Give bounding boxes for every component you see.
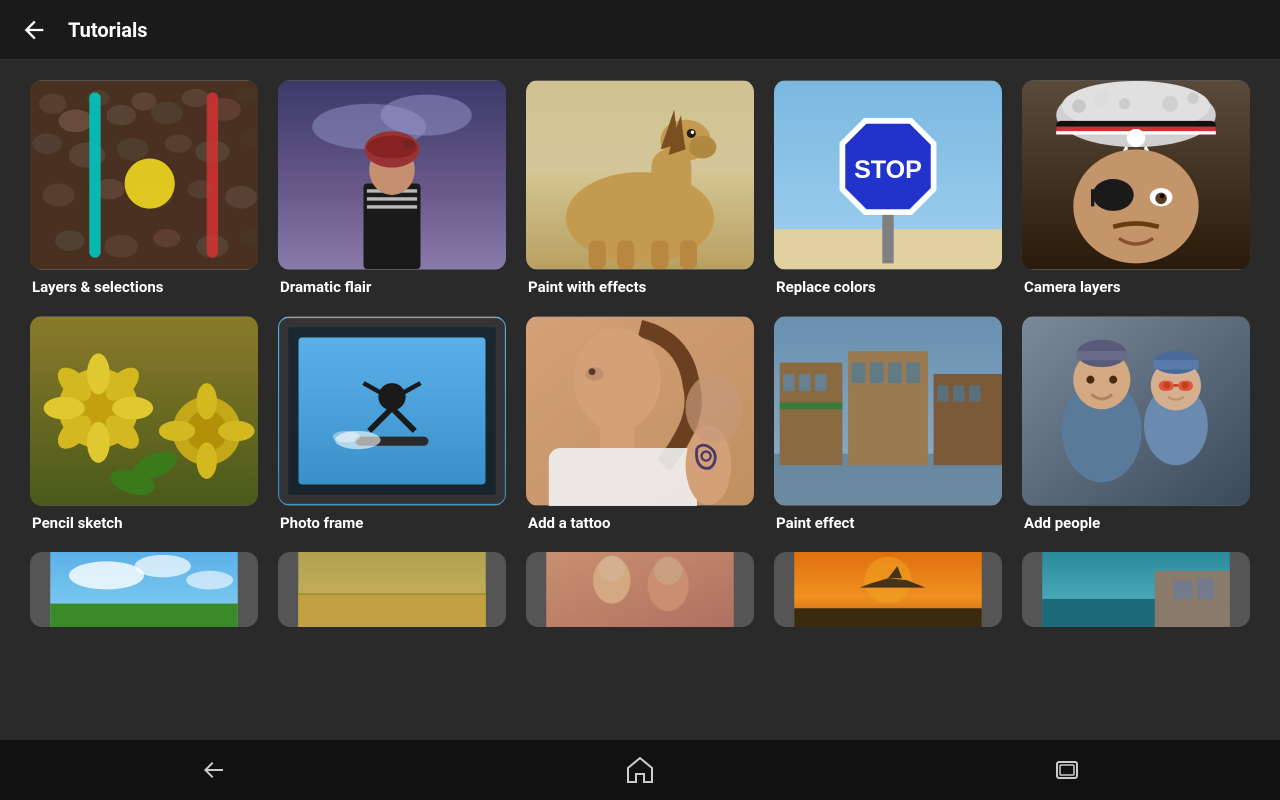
- tutorial-thumb-row3-5: [1022, 552, 1250, 627]
- bottom-navigation: [0, 740, 1280, 800]
- thumb-inner: [278, 552, 506, 627]
- thumb-inner: [278, 80, 506, 270]
- tutorial-label-paint-with-effects: Paint with effects: [526, 278, 754, 296]
- thumb-inner: [774, 316, 1002, 506]
- tutorial-item-add-people[interactable]: Add people: [1022, 316, 1250, 532]
- tutorial-label-pencil-sketch: Pencil sketch: [30, 514, 258, 532]
- svg-text:STOP: STOP: [854, 156, 922, 184]
- thumb-inner: [1022, 80, 1250, 270]
- tutorial-thumb-row3-4: [774, 552, 1002, 627]
- tutorial-item-row3-3[interactable]: [526, 552, 754, 627]
- tutorial-thumb-dramatic-flair: [278, 80, 506, 270]
- thumb-inner: [30, 552, 258, 627]
- tutorial-thumb-pencil-sketch: [30, 316, 258, 506]
- tutorial-thumb-paint-with-effects: [526, 80, 754, 270]
- tutorial-thumb-add-tattoo: [526, 316, 754, 506]
- app-header: Tutorials: [0, 0, 1280, 60]
- tutorial-item-paint-with-effects[interactable]: Paint with effects: [526, 80, 754, 296]
- thumb-inner: [30, 316, 258, 506]
- tutorial-label-add-people: Add people: [1022, 514, 1250, 532]
- thumb-inner: [1022, 316, 1250, 506]
- tutorial-thumb-row3-1: [30, 552, 258, 627]
- thumb-inner: STOP: [774, 80, 1002, 270]
- tutorial-item-replace-colors[interactable]: STOP Replace colors: [774, 80, 1002, 296]
- tutorial-item-row3-1[interactable]: [30, 552, 258, 627]
- tutorial-label-add-tattoo: Add a tattoo: [526, 514, 754, 532]
- tutorial-item-pencil-sketch[interactable]: Pencil sketch: [30, 316, 258, 532]
- tutorial-item-add-tattoo[interactable]: Add a tattoo: [526, 316, 754, 532]
- tutorial-thumb-layers-selections: [30, 80, 258, 270]
- thumb-inner: [1022, 552, 1250, 627]
- tutorial-thumb-row3-3: [526, 552, 754, 627]
- tutorial-thumb-row3-2: [278, 552, 506, 627]
- home-nav-button[interactable]: [616, 746, 664, 794]
- back-button[interactable]: [16, 12, 52, 48]
- tutorial-item-row3-5[interactable]: [1022, 552, 1250, 627]
- main-content: Layers & selections: [0, 60, 1280, 740]
- thumb-inner: [278, 316, 506, 506]
- tutorial-item-row3-2[interactable]: [278, 552, 506, 627]
- thumb-inner: [526, 552, 754, 627]
- tutorial-thumb-camera-layers: [1022, 80, 1250, 270]
- tutorial-item-paint-effect[interactable]: Paint effect: [774, 316, 1002, 532]
- tutorial-label-replace-colors: Replace colors: [774, 278, 1002, 296]
- tutorial-item-layers-selections[interactable]: Layers & selections: [30, 80, 258, 296]
- tutorial-grid: Layers & selections: [30, 80, 1250, 627]
- tutorial-item-photo-frame[interactable]: Photo frame: [278, 316, 506, 532]
- tutorial-label-photo-frame: Photo frame: [278, 514, 506, 532]
- page-title: Tutorials: [68, 18, 148, 42]
- tutorial-item-camera-layers[interactable]: Camera layers: [1022, 80, 1250, 296]
- tutorial-label-layers-selections: Layers & selections: [30, 278, 258, 296]
- tutorial-label-paint-effect: Paint effect: [774, 514, 1002, 532]
- tutorial-label-camera-layers: Camera layers: [1022, 278, 1250, 296]
- tutorial-thumb-replace-colors: STOP: [774, 80, 1002, 270]
- thumb-inner: [774, 552, 1002, 627]
- thumb-inner: [526, 316, 754, 506]
- back-nav-button[interactable]: [189, 746, 237, 794]
- tutorial-label-dramatic-flair: Dramatic flair: [278, 278, 506, 296]
- tutorial-item-dramatic-flair[interactable]: Dramatic flair: [278, 80, 506, 296]
- tutorial-thumb-add-people: [1022, 316, 1250, 506]
- thumb-inner: [30, 80, 258, 270]
- tutorial-item-row3-4[interactable]: [774, 552, 1002, 627]
- tutorial-thumb-photo-frame: [278, 316, 506, 506]
- tutorial-thumb-paint-effect: [774, 316, 1002, 506]
- thumb-inner: [526, 80, 754, 270]
- recents-nav-button[interactable]: [1043, 746, 1091, 794]
